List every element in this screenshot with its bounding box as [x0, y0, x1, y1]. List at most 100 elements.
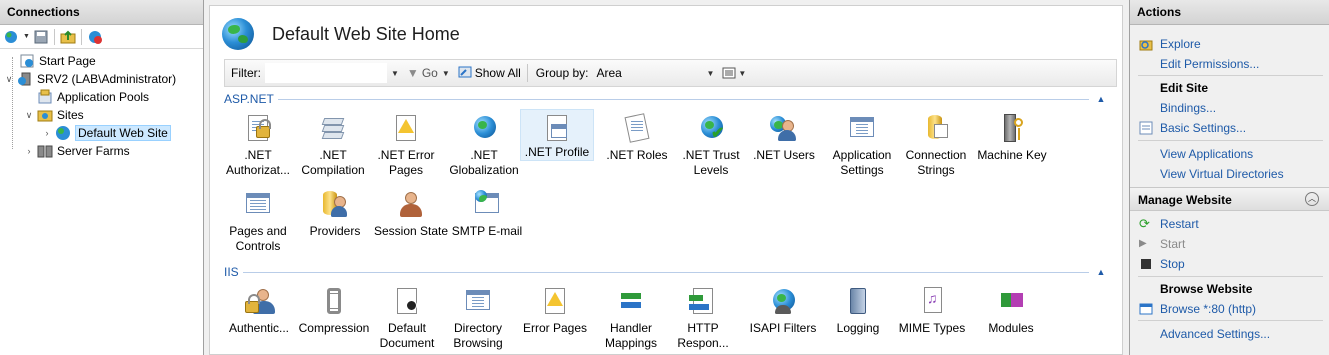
lock-doc-icon: [242, 112, 274, 144]
feature-net-authorization[interactable]: .NET Authorizat...: [226, 110, 290, 178]
go-dropdown-icon[interactable]: ▼: [442, 69, 450, 78]
globe-icon: [222, 18, 254, 50]
auth-icon: [243, 285, 275, 317]
sites-folder-icon: [37, 107, 53, 123]
filter-input[interactable]: [265, 63, 387, 83]
database-icon: [920, 112, 952, 144]
manage-website-section[interactable]: Manage Website ︿: [1130, 187, 1329, 211]
collapse-section-icon[interactable]: ︿: [1305, 192, 1319, 206]
feature-pages-and-controls[interactable]: Pages and Controls: [226, 186, 290, 254]
save-icon[interactable]: [33, 29, 49, 45]
show-all-icon: [458, 65, 472, 82]
show-all-button[interactable]: Show All: [458, 65, 521, 82]
collapse-icon[interactable]: ∨: [4, 74, 14, 85]
settings-icon: [846, 112, 878, 144]
feature-session-state[interactable]: Session State: [372, 186, 450, 239]
tree-item-start-page[interactable]: Start Page: [6, 52, 96, 70]
default-doc-icon: [391, 285, 423, 317]
tree-item-server-farms[interactable]: › Server Farms: [24, 142, 130, 160]
browse-website-header: Browse Website: [1160, 282, 1253, 296]
feature-net-roles[interactable]: .NET Roles: [604, 110, 670, 163]
connect-globe-icon[interactable]: [4, 29, 20, 45]
collapse-group-icon[interactable]: ▲: [1095, 267, 1107, 277]
collapse-group-icon[interactable]: ▲: [1095, 94, 1107, 104]
profile-icon: [541, 112, 573, 141]
feature-application-settings[interactable]: Application Settings: [826, 110, 898, 178]
browse-80-link[interactable]: Browse *:80 (http): [1160, 302, 1256, 316]
warning-doc-icon: [390, 112, 422, 144]
group-header-aspnet[interactable]: ASP.NET ▲: [224, 91, 1107, 107]
advanced-settings-link[interactable]: Advanced Settings...: [1160, 327, 1270, 341]
view-mode-button[interactable]: ▼: [722, 67, 746, 79]
feature-error-pages[interactable]: Error Pages: [518, 283, 592, 336]
collapse-icon[interactable]: ∨: [24, 110, 34, 121]
tree-item-sites[interactable]: ∨ Sites: [24, 106, 84, 124]
group-by-select[interactable]: Area: [592, 63, 702, 83]
feature-directory-browsing[interactable]: Directory Browsing: [446, 283, 510, 351]
up-folder-icon[interactable]: [60, 29, 76, 45]
edit-permissions-link[interactable]: Edit Permissions...: [1160, 57, 1259, 71]
dir-browse-icon: [462, 285, 494, 317]
tree-item-default-web-site[interactable]: › Default Web Site: [42, 124, 171, 142]
edit-site-header: Edit Site: [1160, 81, 1209, 95]
modules-icon: [995, 285, 1027, 317]
start-link: Start: [1160, 237, 1186, 251]
server-icon: [17, 71, 33, 87]
view-virtual-directories-link[interactable]: View Virtual Directories: [1160, 167, 1284, 181]
connect-dropdown-icon[interactable]: ▼: [23, 33, 30, 40]
connections-toolbar: ▼: [0, 25, 203, 49]
feature-authentication[interactable]: Authentic...: [226, 283, 292, 336]
view-applications-link[interactable]: View Applications: [1160, 147, 1253, 161]
feature-compression[interactable]: Compression: [298, 283, 370, 336]
feature-mime-types[interactable]: MIME Types: [896, 283, 968, 336]
feature-net-globalization[interactable]: .NET Globalization: [446, 110, 522, 178]
feature-net-profile[interactable]: .NET Profile: [520, 109, 594, 161]
users-icon: [768, 112, 800, 144]
feature-machine-key[interactable]: Machine Key: [974, 110, 1050, 163]
connections-title: Connections: [0, 0, 203, 25]
logging-icon: [842, 285, 874, 317]
bindings-link[interactable]: Bindings...: [1160, 101, 1216, 115]
feature-net-error-pages[interactable]: .NET Error Pages: [374, 110, 438, 178]
stop-link[interactable]: Stop: [1160, 257, 1185, 271]
basic-settings-link[interactable]: Basic Settings...: [1160, 121, 1246, 135]
handler-icon: [615, 285, 647, 317]
feature-net-trust-levels[interactable]: ✔ .NET Trust Levels: [680, 110, 742, 178]
server-farms-icon: [37, 143, 53, 159]
disconnect-icon[interactable]: [87, 29, 103, 45]
filter-dropdown-icon[interactable]: ▼: [391, 69, 399, 78]
group-header-iis[interactable]: IIS ▲: [224, 264, 1107, 280]
expand-icon[interactable]: ›: [42, 128, 52, 138]
feature-http-response[interactable]: HTTP Respon...: [672, 283, 734, 351]
connections-pane: Connections ▼ Start Page ∨ SRV2 (LAB\Adm…: [0, 0, 204, 355]
actions-title: Actions: [1130, 0, 1329, 25]
toolbar-separator: [53, 28, 55, 45]
group-by-label: Group by:: [535, 66, 589, 80]
explore-link[interactable]: Explore: [1160, 37, 1201, 51]
expand-icon[interactable]: ›: [24, 146, 34, 156]
smtp-icon: [471, 188, 503, 220]
feature-smtp-email[interactable]: SMTP E-mail: [450, 186, 524, 239]
feature-handler-mappings[interactable]: Handler Mappings: [598, 283, 664, 351]
page-header: Default Web Site Home: [222, 18, 460, 50]
feature-connection-strings[interactable]: Connection Strings: [902, 110, 970, 178]
restart-icon: ⟳: [1139, 216, 1150, 231]
feature-net-users[interactable]: .NET Users: [750, 110, 818, 163]
view-mode-dropdown-icon[interactable]: ▼: [738, 69, 746, 78]
feature-logging[interactable]: Logging: [830, 283, 886, 336]
tree-item-server[interactable]: ∨ SRV2 (LAB\Administrator): [4, 70, 176, 88]
stack-icon: [317, 112, 349, 144]
basic-settings-icon: [1139, 121, 1153, 135]
trust-icon: ✔: [695, 112, 727, 144]
feature-providers[interactable]: Providers: [304, 186, 366, 239]
feature-isapi-filters[interactable]: ISAPI Filters: [746, 283, 820, 336]
feature-net-compilation[interactable]: .NET Compilation: [298, 110, 368, 178]
feature-default-document[interactable]: Default Document: [376, 283, 438, 351]
restart-link[interactable]: Restart: [1160, 217, 1199, 231]
tree-item-application-pools[interactable]: Application Pools: [24, 88, 149, 106]
feature-modules[interactable]: Modules: [980, 283, 1042, 336]
providers-icon: [319, 188, 351, 220]
group-by-dropdown-icon[interactable]: ▼: [706, 69, 714, 78]
isapi-icon: [767, 285, 799, 317]
go-button[interactable]: ▼ Go ▼: [407, 66, 450, 80]
